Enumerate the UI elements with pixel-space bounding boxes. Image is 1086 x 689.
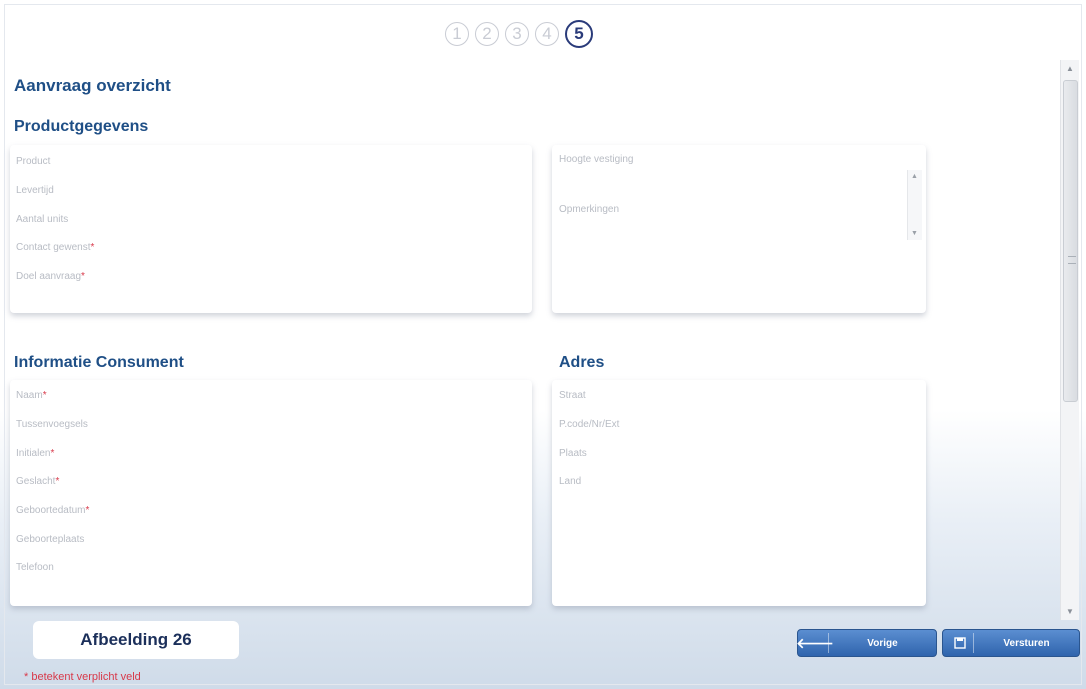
field-initialen: Initialen* (16, 448, 55, 459)
step-indicator: 1 2 3 4 5 (445, 20, 593, 52)
field-product: Product (16, 156, 51, 167)
previous-button[interactable]: 🡐 Vorige (796, 629, 937, 657)
field-straat: Straat (559, 390, 586, 401)
step-1[interactable]: 1 (445, 22, 469, 46)
step-5-active[interactable]: 5 (565, 20, 593, 48)
submit-button-label: Versturen (1003, 637, 1050, 649)
field-telefoon: Telefoon (16, 562, 54, 573)
product-left-panel (10, 145, 532, 313)
field-geboorteplaats: Geboorteplaats (16, 534, 85, 545)
field-aantal-units: Aantal units (16, 214, 69, 225)
figure-caption: Afbeelding 26 (33, 621, 239, 659)
scroll-up-icon[interactable]: ▲ (911, 173, 918, 180)
step-3[interactable]: 3 (505, 22, 529, 46)
scroll-down-icon[interactable]: ▼ (911, 230, 918, 237)
product-section-title: Productgegevens (14, 118, 149, 135)
remarks-scrollbar[interactable]: ▲ ▼ (907, 170, 922, 240)
address-section-title: Adres (559, 354, 605, 371)
field-plaats: Plaats (559, 448, 587, 459)
product-right-panel (552, 145, 926, 313)
grip-icon (1068, 256, 1076, 264)
save-icon (947, 633, 974, 653)
field-levertijd: Levertijd (16, 185, 54, 196)
field-geslacht: Geslacht* (16, 476, 60, 487)
scroll-up-icon[interactable]: ▲ (1066, 64, 1074, 73)
field-tussenvoegsels: Tussenvoegsels (16, 419, 88, 430)
field-doel-aanvraag: Doel aanvraag* (16, 271, 85, 282)
main-scrollbar[interactable]: ▲ ▼ (1060, 60, 1079, 620)
previous-button-label: Vorige (867, 637, 898, 649)
required-footnote: * betekent verplicht veld (24, 671, 141, 683)
scroll-down-icon[interactable]: ▼ (1066, 607, 1074, 616)
arrow-left-icon: 🡐 (796, 633, 834, 653)
step-2[interactable]: 2 (475, 22, 499, 46)
step-4[interactable]: 4 (535, 22, 559, 46)
field-land: Land (559, 476, 582, 487)
address-panel (552, 380, 926, 606)
field-hoogte-vestiging: Hoogte vestiging (559, 154, 634, 165)
field-opmerkingen: Opmerkingen (559, 204, 620, 215)
field-contact-gewenst: Contact gewenst* (16, 242, 95, 253)
submit-button[interactable]: Versturen (942, 629, 1080, 657)
field-geboortedatum: Geboortedatum* (16, 505, 90, 516)
field-postcode: P.code/Nr/Ext (559, 419, 620, 430)
consumer-panel (10, 380, 532, 606)
consumer-section-title: Informatie Consument (14, 354, 184, 371)
scrollbar-thumb[interactable] (1063, 80, 1078, 402)
page-title: Aanvraag overzicht (14, 76, 171, 95)
field-naam: Naam* (16, 390, 47, 401)
